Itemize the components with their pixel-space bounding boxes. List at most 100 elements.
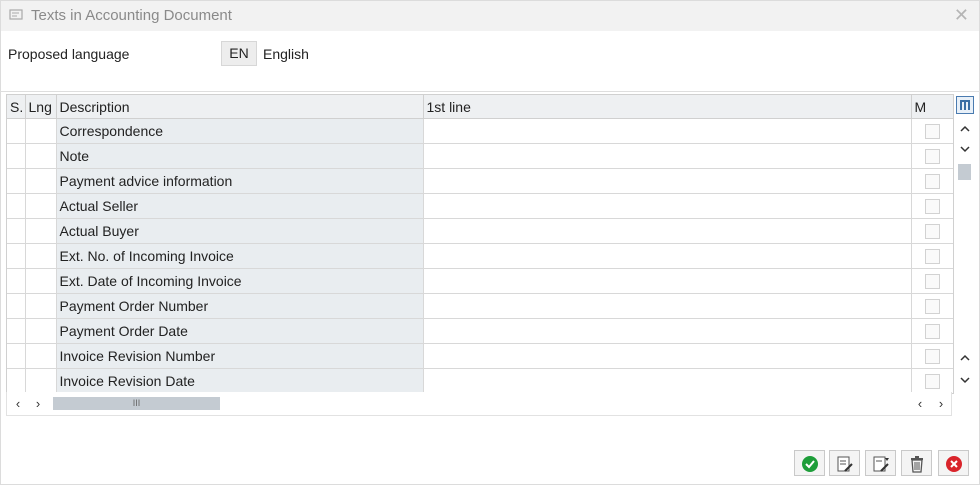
cell-s[interactable] — [7, 143, 26, 169]
cell-description: Payment advice information — [56, 168, 424, 194]
table-row[interactable]: Ext. No. of Incoming Invoice — [7, 243, 953, 269]
table-row[interactable]: Payment Order Number — [7, 293, 953, 319]
edit-text-button[interactable] — [829, 450, 860, 476]
cell-description: Payment Order Date — [56, 318, 424, 344]
cell-1st-line[interactable] — [423, 343, 912, 369]
cell-1st-line[interactable] — [423, 193, 912, 219]
cell-m — [911, 318, 953, 344]
cell-1st-line[interactable] — [423, 293, 912, 319]
cell-lng[interactable] — [25, 243, 57, 269]
column-header-lng[interactable]: Lng — [25, 95, 57, 119]
checkmark-icon — [802, 456, 818, 472]
dialog-titlebar: Texts in Accounting Document ✕ — [0, 0, 980, 31]
cell-s[interactable] — [7, 193, 26, 219]
cell-1st-line[interactable] — [423, 118, 912, 144]
m-checkbox[interactable] — [924, 224, 940, 240]
cell-lng[interactable] — [25, 343, 57, 369]
scroll-up-icon[interactable] — [957, 121, 973, 137]
trash-icon — [911, 456, 923, 473]
cell-description: Correspondence — [56, 118, 424, 144]
horizontal-scrollbar[interactable]: ‹ › III ‹ › — [6, 392, 952, 416]
column-header-1st-line[interactable]: 1st line — [423, 95, 912, 119]
cell-1st-line[interactable] — [423, 268, 912, 294]
table-row[interactable]: Actual Buyer — [7, 218, 953, 244]
table-row[interactable]: Payment advice information — [7, 168, 953, 194]
cell-description: Invoice Revision Date — [56, 368, 424, 393]
m-checkbox[interactable] — [924, 199, 940, 215]
m-checkbox[interactable] — [924, 249, 940, 265]
cell-1st-line[interactable] — [423, 368, 912, 393]
m-checkbox[interactable] — [924, 324, 940, 340]
m-checkbox[interactable] — [924, 174, 940, 190]
confirm-button[interactable] — [794, 450, 825, 476]
column-settings-icon[interactable] — [956, 96, 974, 114]
cell-s[interactable] — [7, 268, 26, 294]
scroll-page-up-icon[interactable] — [957, 350, 973, 366]
cancel-button[interactable] — [938, 450, 969, 476]
m-checkbox[interactable] — [924, 274, 940, 290]
dialog-title: Texts in Accounting Document — [31, 7, 232, 24]
horizontal-scroll-thumb[interactable]: III — [53, 397, 220, 410]
cell-s[interactable] — [7, 293, 26, 319]
language-name: English — [263, 46, 309, 62]
cell-m — [911, 268, 953, 294]
column-header-description[interactable]: Description — [56, 95, 424, 119]
scroll-left-icon[interactable]: ‹ — [11, 396, 25, 412]
cell-lng[interactable] — [25, 168, 57, 194]
vertical-scrollbar[interactable] — [953, 94, 978, 392]
cell-description: Actual Seller — [56, 193, 424, 219]
cell-1st-line[interactable] — [423, 168, 912, 194]
table-row[interactable]: Ext. Date of Incoming Invoice — [7, 268, 953, 294]
m-checkbox[interactable] — [924, 374, 940, 390]
cell-m — [911, 143, 953, 169]
cell-lng[interactable] — [25, 293, 57, 319]
cell-s[interactable] — [7, 368, 26, 393]
cell-s[interactable] — [7, 118, 26, 144]
cancel-icon — [946, 456, 962, 472]
delete-button[interactable] — [901, 450, 932, 476]
column-header-s[interactable]: S. — [7, 95, 26, 119]
cell-1st-line[interactable] — [423, 243, 912, 269]
proposed-language-label: Proposed language — [8, 46, 130, 62]
cell-s[interactable] — [7, 343, 26, 369]
cell-s[interactable] — [7, 218, 26, 244]
cell-lng[interactable] — [25, 268, 57, 294]
language-code-field[interactable]: EN — [221, 41, 257, 66]
cell-lng[interactable] — [25, 368, 57, 393]
close-icon[interactable]: ✕ — [954, 5, 969, 26]
cell-1st-line[interactable] — [423, 218, 912, 244]
cell-lng[interactable] — [25, 193, 57, 219]
table-row[interactable]: Invoice Revision Date — [7, 368, 953, 393]
m-checkbox[interactable] — [924, 349, 940, 365]
cell-m — [911, 118, 953, 144]
table-row[interactable]: Actual Seller — [7, 193, 953, 219]
cell-1st-line[interactable] — [423, 143, 912, 169]
cell-s[interactable] — [7, 243, 26, 269]
cell-m — [911, 293, 953, 319]
vertical-scroll-thumb[interactable] — [958, 164, 971, 180]
m-checkbox[interactable] — [924, 149, 940, 165]
scroll-left-icon-right-pane[interactable]: ‹ — [913, 396, 927, 412]
m-checkbox[interactable] — [924, 124, 940, 140]
cell-1st-line[interactable] — [423, 318, 912, 344]
table-row[interactable]: Payment Order Date — [7, 318, 953, 344]
cell-lng[interactable] — [25, 218, 57, 244]
edit-text-more-button[interactable] — [865, 450, 896, 476]
cell-lng[interactable] — [25, 118, 57, 144]
table-row[interactable]: Correspondence — [7, 118, 953, 144]
scroll-page-down-icon[interactable] — [957, 372, 973, 388]
table-row[interactable]: Invoice Revision Number — [7, 343, 953, 369]
scroll-right-icon[interactable]: › — [31, 396, 45, 412]
edit-text-more-icon — [873, 456, 889, 472]
column-header-m[interactable]: M — [911, 95, 953, 119]
scroll-right-icon-right-pane[interactable]: › — [934, 396, 948, 412]
cell-s[interactable] — [7, 168, 26, 194]
scroll-down-icon[interactable] — [957, 141, 973, 157]
cell-lng[interactable] — [25, 143, 57, 169]
cell-lng[interactable] — [25, 318, 57, 344]
table-row[interactable]: Note — [7, 143, 953, 169]
cell-s[interactable] — [7, 318, 26, 344]
m-checkbox[interactable] — [924, 299, 940, 315]
cell-description: Payment Order Number — [56, 293, 424, 319]
cell-description: Ext. Date of Incoming Invoice — [56, 268, 424, 294]
